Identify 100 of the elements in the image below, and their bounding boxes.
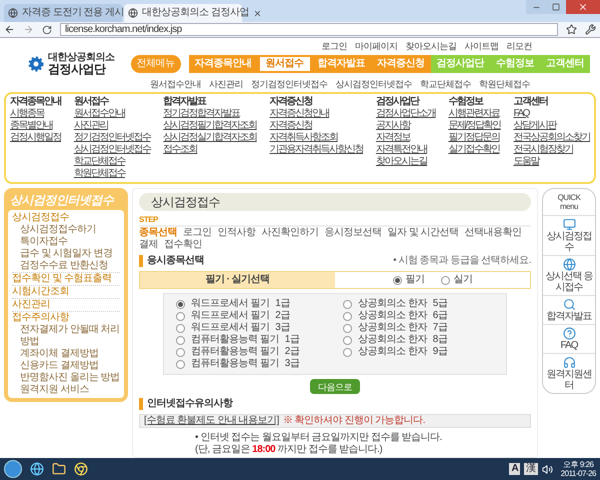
menu-link[interactable]: 원서접수안내 [74,108,125,120]
menu-link[interactable]: 실기접수확인 [448,144,500,156]
exam-name: 상공회의소 한자 [358,298,427,310]
menu-link[interactable]: 시행관련자료 [448,108,500,120]
radio-button[interactable] [176,300,185,308]
quick-menu-item[interactable]: 상시검정접수 [543,215,595,255]
star-icon[interactable] [566,24,577,35]
menu-link[interactable]: 자격정보 [376,132,410,144]
back-icon[interactable] [4,24,15,35]
ime-indicator[interactable]: A [509,463,520,475]
menu-link[interactable]: 자격증신청 [270,120,312,132]
browser-tab[interactable]: 자격증 도전기 전용 게시 [4,4,122,22]
subnav-link[interactable]: 상시검정인터넷접수 [336,78,412,90]
radio-button[interactable] [176,324,185,332]
subnav-link[interactable]: 학교단체접수 [420,78,471,90]
sidebar-subitem[interactable]: 검정수수료 반환신청 [12,260,120,272]
radio-button[interactable] [392,276,402,284]
menu-link[interactable]: 공지사항 [376,120,410,132]
volume-icon[interactable] [542,464,553,474]
sidebar-subitem[interactable]: 급수 및 시험일자 변경 [12,248,120,260]
notice-link[interactable]: [수험료 환불제도 안내 내용보기] [144,415,279,427]
quick-menu-item[interactable]: 상시선택 응시접수 [543,255,595,295]
menu-link[interactable]: 검정사업단소개 [376,108,436,120]
quick-menu-item[interactable]: FAQ [543,324,595,353]
radio-button[interactable] [343,336,352,344]
subnav-link[interactable]: 학원단체접수 [479,78,530,90]
close-icon[interactable] [252,8,262,18]
sidebar-item[interactable]: 시험시간조회 [12,286,120,298]
sidebar-subitem[interactable]: 전자결제가 안될때 처리방법 [12,324,120,348]
reload-icon[interactable] [42,24,52,34]
quick-menu-item[interactable]: 원격지원센터 [543,353,595,393]
menu-link[interactable]: 학교단체접수 [74,156,125,168]
menu-link[interactable]: 사진관리 [74,120,108,132]
menu-link[interactable]: 정기검정인터넷접수 [74,132,150,144]
radio-button[interactable] [343,348,352,356]
menu-link[interactable]: 자격증신청안내 [270,108,330,120]
menu-heading: 자격종목안내 [10,96,61,108]
maximize-button[interactable] [546,0,566,14]
menu-link[interactable]: FAQ [513,108,529,120]
menu-link[interactable]: 전국상공회의소찾기 [513,132,590,144]
utility-link[interactable]: 찾아오시는길 [406,40,456,52]
subnav-link[interactable]: 정기검정인터넷접수 [251,78,328,90]
radio-button[interactable] [176,360,185,368]
menu-link[interactable]: 찾아오시는길 [376,156,427,168]
sidebar-subitem[interactable]: 신용카드 결제방법 [12,360,120,372]
notice-text: • 인터넷 접수는 월요일부터 금요일까지만 접수를 받습니다. [195,432,443,444]
radio-button[interactable] [343,300,352,308]
radio-button[interactable] [343,324,352,332]
quick-menu-item[interactable]: 합격자발표 [543,295,595,324]
sidebar-subitem[interactable]: 상시검정접수하기 [12,224,120,236]
utility-link[interactable]: 사이트맵 [464,40,498,52]
next-button[interactable]: 다음으로 [310,379,360,394]
radio-button[interactable] [176,312,185,320]
sidebar-subitem[interactable]: 특이자접수 [12,236,120,248]
radio-button[interactable] [176,348,185,356]
exam-name: 워드프로세서 필기 [191,298,270,310]
browser-icon[interactable] [30,462,44,476]
menu-link[interactable]: 정기검정합격자발표 [163,108,240,120]
menu-link[interactable]: 상시검정실기합격자조회 [163,132,257,144]
menu-link[interactable]: 자격취득사항조회 [270,132,338,144]
sidebar-item[interactable]: 접수확인 및 수험표출력 [12,273,120,285]
menu-link[interactable]: 문제/정답확인 [448,120,501,132]
menu-link[interactable]: 상시검정필기합격자조회 [163,120,257,132]
radio-button[interactable] [176,336,185,344]
start-button[interactable] [4,460,22,478]
ime-indicator[interactable]: 漢 [524,463,538,475]
menu-link[interactable]: 기관용자격취득사항신청 [270,144,364,156]
menu-link[interactable]: 상담게시판 [513,120,556,132]
quick-menu-icon [562,218,576,231]
subnav-link[interactable]: 사진관리 [209,78,243,90]
utility-link[interactable]: 리모컨 [506,40,532,52]
menu-link[interactable]: 접수조회 [163,144,198,156]
sidebar-subitem[interactable]: 반명함사진 올리는 방법 [12,372,120,384]
menu-link[interactable]: 도움말 [513,156,539,168]
menu-link[interactable]: 검정시행일정 [10,132,61,144]
minimize-button[interactable] [526,0,546,14]
menu-link[interactable]: 필기정답문의 [448,132,500,144]
clock-date: 2011-07-26 [560,469,596,478]
menu-link[interactable]: 학원단체접수 [74,168,125,180]
exam-grade: 1급 [275,298,290,310]
subnav-link[interactable]: 원서접수안내 [150,78,201,90]
radio-button[interactable] [440,276,450,284]
sidebar-subitem[interactable]: 원격지원 서비스 [12,384,120,396]
menu-link[interactable]: 자격특전안내 [376,144,427,156]
sidebar-subitem[interactable]: 계좌이체 결제방법 [12,348,120,360]
folder-icon[interactable] [52,462,66,476]
menu-link[interactable]: 상시검정인터넷접수 [74,144,150,156]
exam-grade: 2급 [275,310,290,322]
radio-button[interactable] [343,312,352,320]
menu-heading: 합격자발표 [163,96,206,108]
wrench-icon[interactable] [585,24,596,35]
close-button[interactable] [566,0,600,14]
sidebar-item[interactable]: 상시검정접수 [12,212,120,224]
address-field[interactable]: license.korcham.net/index.jsp [60,23,558,36]
menu-link[interactable]: 종목별안내 [10,120,52,132]
utility-link[interactable]: 마이페이지 [355,40,398,52]
utility-link[interactable]: 로그인 [322,40,347,52]
forward-icon[interactable] [23,24,34,35]
menu-link[interactable]: 시행종목 [10,108,44,120]
menu-link[interactable]: 전국시험장찾기 [513,144,573,156]
